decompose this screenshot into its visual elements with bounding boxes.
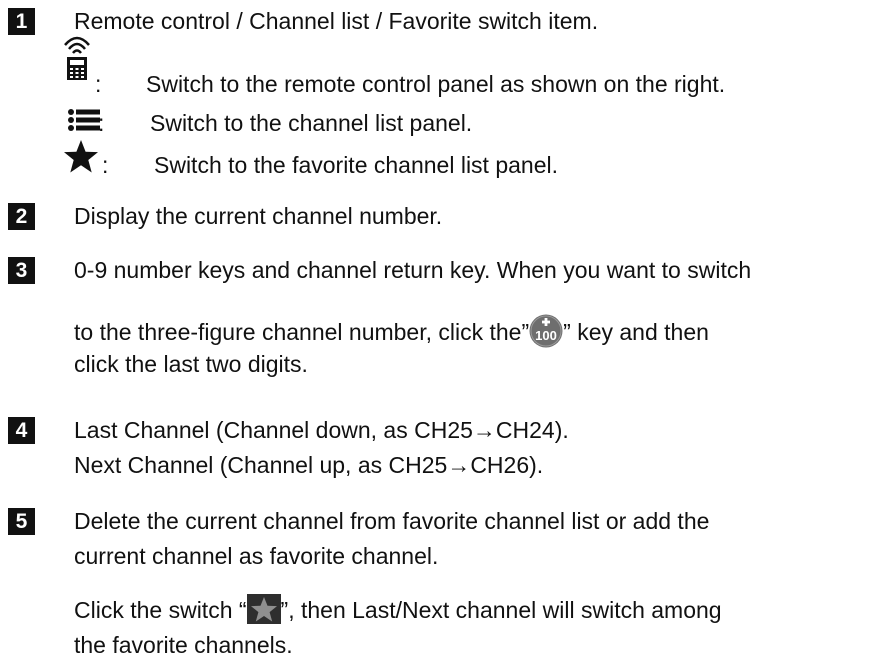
item-3-line2: to the three-figure channel number, clic… [74, 314, 709, 352]
item-4-line2: Next Channel (Channel up, as CH25→CH26). [74, 452, 544, 478]
item-5-line3: Click the switch “ ”, then Last/Next cha… [74, 594, 722, 627]
item-2-text: Display the current channel number. [74, 203, 443, 229]
hundred-key-label: 100 [535, 328, 557, 343]
item-5-line1: Delete the current channel from favorite… [74, 508, 710, 534]
star-icon-separator: : [102, 152, 109, 178]
list-icon [68, 109, 100, 131]
favorite-switch-icon [246, 594, 281, 624]
list-icon-separator: : [98, 110, 105, 136]
item-1-title: Remote control / Channel list / Favorite… [74, 8, 599, 34]
star-option-text: Switch to the favorite channel list pane… [154, 152, 559, 178]
item-3-line3: click the last two digits. [74, 351, 308, 377]
item-3-line2-before: to the three-figure channel number, clic… [74, 319, 530, 346]
remote-icon-separator: : [95, 71, 102, 97]
remote-control-icon [64, 36, 90, 80]
item-number-badge: 5 [8, 508, 35, 535]
hundred-key-icon: 100 [529, 314, 563, 348]
star-icon [64, 140, 98, 173]
item-number-badge: 4 [8, 417, 35, 444]
list-option-text: Switch to the channel list panel. [150, 110, 473, 136]
remote-option-text: Switch to the remote control panel as sh… [146, 71, 726, 97]
item-3-line1: 0-9 number keys and channel return key. … [74, 257, 752, 283]
item-number-badge: 2 [8, 203, 35, 230]
item-number-badge: 3 [8, 257, 35, 284]
item-3-line2-after: ” key and then [563, 319, 709, 346]
item-5-line4: the favorite channels. [74, 632, 293, 658]
item-5-line3-after: ”, then Last/Next channel will switch am… [280, 597, 722, 624]
item-number-badge: 1 [8, 8, 35, 35]
item-4-line1: Last Channel (Channel down, as CH25→CH24… [74, 417, 569, 443]
instruction-document: 1 Remote control / Channel list / Favori… [0, 0, 896, 669]
item-5-line3-before: Click the switch “ [74, 597, 247, 624]
item-5-line2: current channel as favorite channel. [74, 543, 439, 569]
